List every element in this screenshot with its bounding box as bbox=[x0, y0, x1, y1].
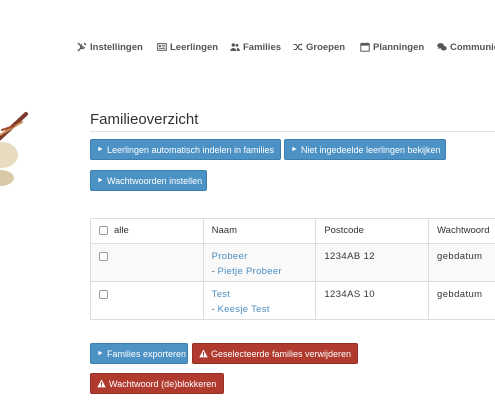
auto-assign-button[interactable]: ► Leerlingen automatisch indelen in fami… bbox=[90, 139, 281, 160]
caret-right-icon: ► bbox=[97, 177, 104, 184]
table-row: Test - Keesje Test 1234AS 10 gebdatum bbox=[90, 281, 495, 320]
family-link[interactable]: Probeer bbox=[212, 251, 248, 262]
password-cell: gebdatum bbox=[428, 243, 495, 282]
caret-right-icon: ► bbox=[291, 146, 298, 153]
caret-right-icon: ► bbox=[97, 350, 104, 357]
nav-label-leerlingen: Leerlingen bbox=[170, 41, 219, 53]
block-password-label: Wachtwoord (de)blokkeren bbox=[109, 378, 217, 389]
nav-label-planningen: Planningen bbox=[373, 41, 425, 53]
warning-icon bbox=[199, 349, 208, 358]
nav-item-groepen[interactable]: Groepen bbox=[293, 36, 345, 58]
postcode-cell: 1234AS 10 bbox=[315, 281, 430, 320]
nav-label-groepen: Groepen bbox=[306, 41, 346, 53]
nav-label-communicatie: Communic bbox=[450, 41, 495, 53]
select-all-checkbox[interactable] bbox=[99, 226, 108, 235]
view-unassigned-button[interactable]: ► Niet ingedeelde leerlingen bekijken bbox=[284, 139, 446, 160]
logo bbox=[0, 112, 28, 186]
wrench-icon bbox=[77, 42, 87, 52]
member-link[interactable]: Pietje Probeer bbox=[217, 266, 281, 277]
nav-item-communicatie[interactable]: Communic bbox=[437, 36, 495, 58]
export-families-label: Families exporteren bbox=[106, 348, 186, 359]
select-all-label: alle bbox=[114, 225, 129, 236]
nav-item-planningen[interactable]: Planningen bbox=[360, 36, 424, 58]
auto-assign-label: Leerlingen automatisch indelen in famili… bbox=[106, 144, 275, 155]
delete-selected-label: Geselecteerde families verwijderen bbox=[211, 348, 352, 359]
nav-label-families: Families bbox=[243, 41, 282, 53]
nav-label-instellingen: Instellingen bbox=[90, 41, 143, 53]
delete-selected-button[interactable]: Geselecteerde families verwijderen bbox=[192, 343, 358, 364]
row-checkbox[interactable] bbox=[99, 289, 108, 299]
postcode-cell: 1234AB 12 bbox=[315, 243, 430, 282]
table-header-row: alle Naam Postcode Wachtwoord bbox=[90, 218, 495, 244]
family-name-cell: Test - Keesje Test bbox=[202, 281, 317, 320]
column-header-naam[interactable]: Naam bbox=[202, 218, 317, 244]
row-select-cell bbox=[90, 281, 204, 320]
export-families-button[interactable]: ► Families exporteren bbox=[90, 343, 188, 364]
family-name-cell: Probeer - Pietje Probeer bbox=[202, 243, 317, 282]
nav-item-leerlingen[interactable]: Leerlingen bbox=[157, 36, 218, 58]
row-select-cell bbox=[90, 243, 204, 282]
title-divider bbox=[90, 131, 495, 132]
families-table: alle Naam Postcode Wachtwoord Probeer - … bbox=[90, 218, 495, 320]
password-cell: gebdatum bbox=[428, 281, 495, 320]
nav-item-families[interactable]: Families bbox=[230, 36, 281, 58]
set-passwords-label: Wachtwoorden instellen bbox=[106, 175, 203, 186]
member-link[interactable]: Keesje Test bbox=[217, 304, 269, 315]
caret-right-icon: ► bbox=[97, 146, 104, 153]
view-unassigned-label: Niet ingedeelde leerlingen bekijken bbox=[300, 144, 441, 155]
column-header-wachtwoord[interactable]: Wachtwoord bbox=[428, 218, 495, 244]
select-all-header: alle bbox=[90, 218, 204, 244]
block-password-button[interactable]: Wachtwoord (de)blokkeren bbox=[90, 373, 224, 394]
calendar-icon bbox=[360, 42, 370, 52]
nav-item-instellingen[interactable]: Instellingen bbox=[77, 36, 143, 58]
family-link[interactable]: Test bbox=[212, 289, 231, 300]
family-member: - Pietje Probeer bbox=[211, 266, 282, 277]
warning-icon bbox=[97, 379, 106, 388]
users-icon bbox=[230, 43, 240, 51]
top-navigation: Instellingen Leerlingen Families Groepen… bbox=[0, 36, 495, 58]
shuffle-icon bbox=[293, 43, 303, 51]
table-row: Probeer - Pietje Probeer 1234AB 12 gebda… bbox=[90, 243, 495, 282]
set-passwords-button[interactable]: ► Wachtwoorden instellen bbox=[90, 170, 207, 191]
row-checkbox[interactable] bbox=[99, 251, 108, 261]
id-card-icon bbox=[157, 43, 167, 51]
column-header-postcode[interactable]: Postcode bbox=[315, 218, 430, 244]
chat-icon bbox=[437, 43, 447, 51]
family-member: - Keesje Test bbox=[211, 304, 270, 315]
page-title: Familieoverzicht bbox=[90, 111, 199, 128]
